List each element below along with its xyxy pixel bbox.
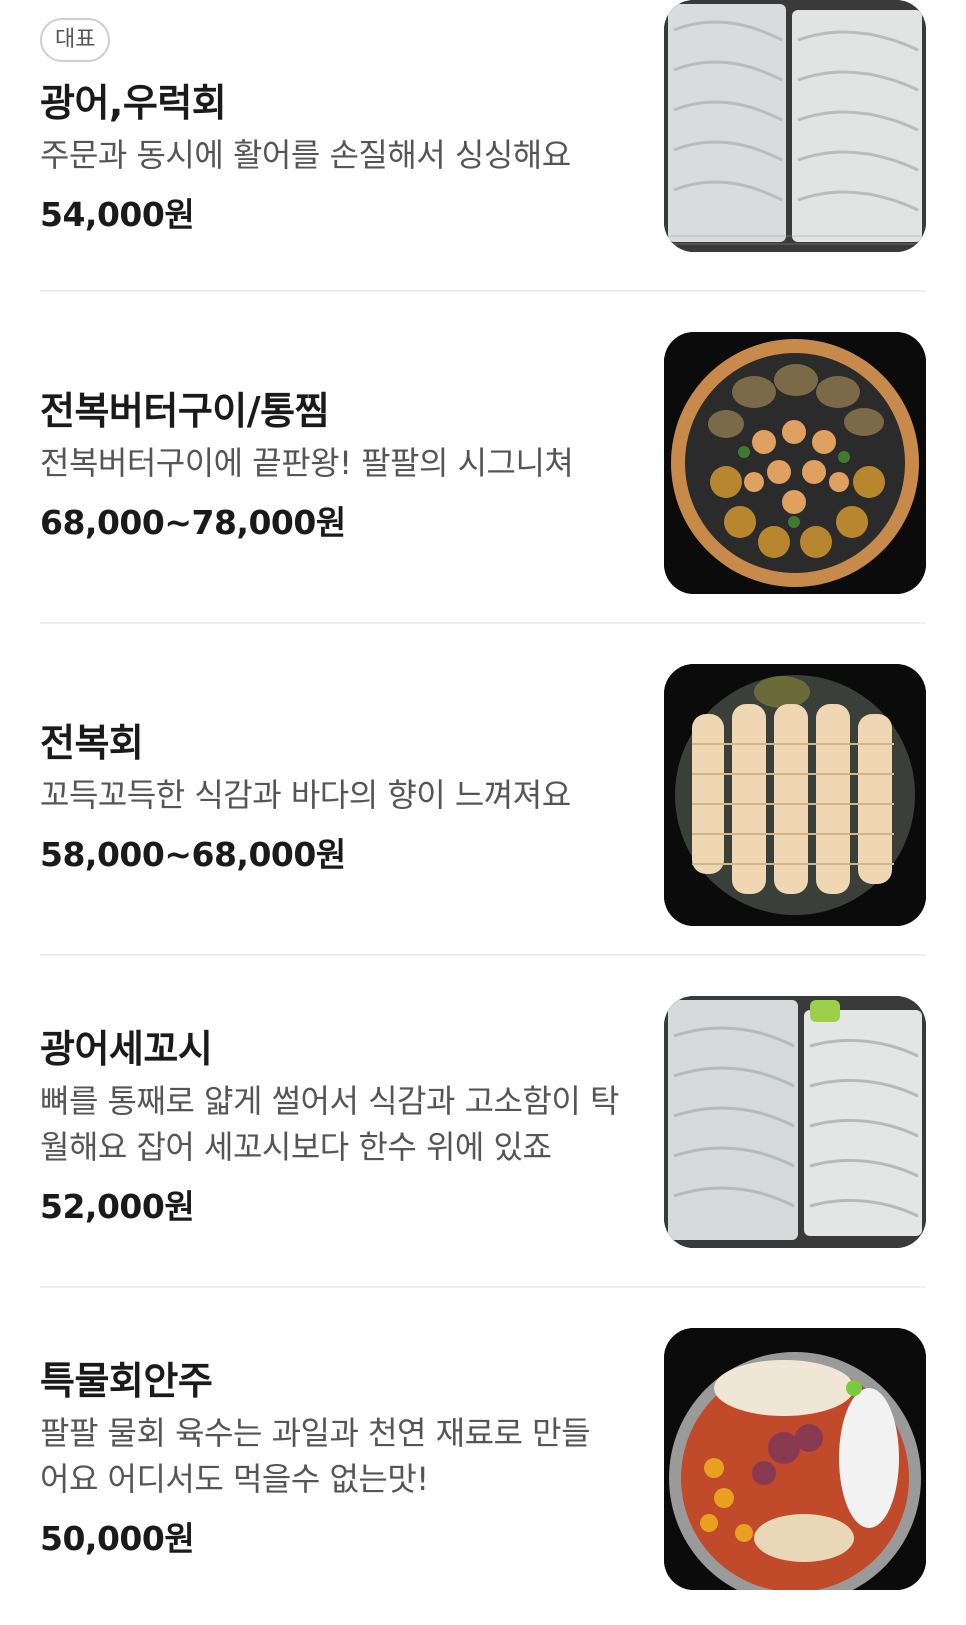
menu-item-description: 팔팔 물회 육수는 과일과 천연 재료로 만들어요 어디서도 먹을수 없는맛! [40, 1414, 591, 1498]
menu-item[interactable]: 전복버터구이/통찜 전복버터구이에 끝판왕! 팔팔의 시그니쳐 68,000~7… [40, 292, 926, 624]
menu-item[interactable]: 전복회 꼬득꼬득한 식감과 바다의 향이 느껴져요 58,000~68,000원 [40, 624, 926, 956]
mulhoe-bowl-image [664, 1328, 926, 1590]
menu-item[interactable]: 광어세꼬시 뼈를 통째로 얇게 썰어서 식감과 고소함이 탁월해요 잡어 세꼬시… [40, 956, 926, 1288]
flounder-sekoshi-image [664, 996, 926, 1248]
menu-item-photo[interactable] [664, 1328, 926, 1590]
menu-item[interactable]: 특물회안주 팔팔 물회 육수는 과일과 천연 재료로 만들어요 어디서도 먹을수… [40, 1288, 926, 1625]
menu-item-description: 전복버터구이에 끝판왕! 팔팔의 시그니쳐 [40, 444, 574, 482]
menu-item-price: 50,000원 [40, 1519, 195, 1558]
menu-item-photo[interactable] [664, 664, 926, 926]
menu-item-description: 뼈를 통째로 얇게 썰어서 식감과 고소함이 탁월해요 잡어 세꼬시보다 한수 … [40, 1082, 619, 1166]
signature-badge: 대표 [40, 18, 111, 62]
menu-item-photo[interactable] [664, 0, 926, 252]
menu-item-name: 특물회안주 [40, 1359, 213, 1403]
menu-item-name: 전복버터구이/통찜 [40, 389, 330, 433]
abalone-sashimi-image [664, 664, 926, 926]
flounder-sashimi-image [664, 0, 926, 252]
menu-item-name: 광어,우럭회 [40, 81, 227, 125]
menu-item[interactable]: 대표 광어,우럭회 주문과 동시에 활어를 손질해서 싱싱해요 54,000원 [40, 0, 926, 292]
menu-item-price: 58,000~68,000원 [40, 835, 346, 874]
menu-list: 대표 광어,우럭회 주문과 동시에 활어를 손질해서 싱싱해요 54,000원 [40, 0, 926, 1625]
menu-item-name: 전복회 [40, 721, 144, 765]
menu-item-price: 52,000원 [40, 1187, 195, 1226]
abalone-grill-image [664, 332, 926, 594]
menu-item-photo[interactable] [664, 332, 926, 594]
menu-item-description: 꼬득꼬득한 식감과 바다의 향이 느껴져요 [40, 776, 571, 814]
menu-item-price: 68,000~78,000원 [40, 503, 346, 542]
menu-item-description: 주문과 동시에 활어를 손질해서 싱싱해요 [40, 136, 571, 174]
menu-item-name: 광어세꼬시 [40, 1027, 213, 1071]
menu-item-price: 54,000원 [40, 195, 195, 234]
menu-item-photo[interactable] [664, 996, 926, 1248]
